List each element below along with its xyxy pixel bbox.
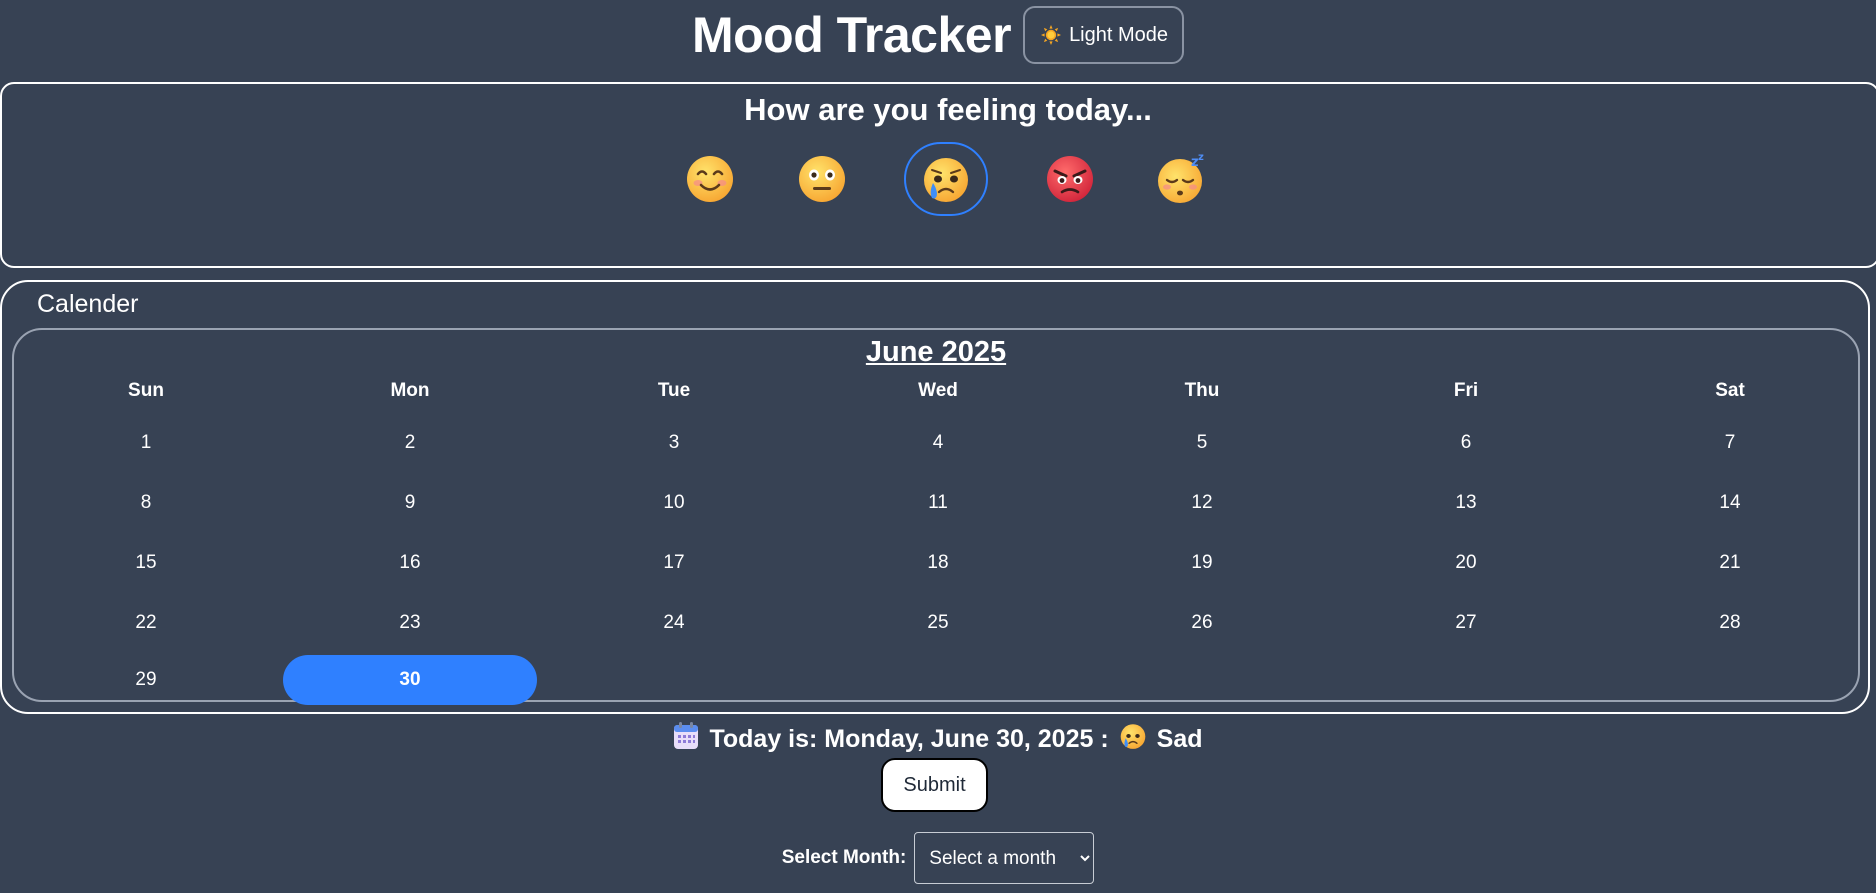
calendar-day[interactable]: 7 bbox=[1598, 418, 1862, 468]
calendar-day[interactable]: 26 bbox=[1070, 598, 1334, 648]
mood-options: z z bbox=[2, 142, 1876, 222]
calendar-week-row: 1 2 3 4 5 6 7 bbox=[14, 418, 1862, 468]
calendar-day-empty bbox=[1598, 655, 1862, 705]
calendar-day-empty bbox=[1334, 655, 1598, 705]
calendar-day[interactable]: 16 bbox=[278, 538, 542, 588]
sun-icon bbox=[1041, 25, 1062, 45]
calendar-day[interactable]: 1 bbox=[14, 418, 278, 468]
today-status: Today is: Monday, June 30, 2025 : Sad bbox=[0, 722, 1876, 757]
calendar-day[interactable]: 2 bbox=[278, 418, 542, 468]
calendar-day[interactable]: 9 bbox=[278, 478, 542, 528]
calendar-day[interactable]: 17 bbox=[542, 538, 806, 588]
month-select-label: Select Month: bbox=[781, 847, 907, 868]
weekday-header: Mon bbox=[390, 380, 430, 401]
calendar-panel: Calender June 2025 Sun Mon Tue Wed Thu F… bbox=[0, 280, 1870, 714]
calendar-day[interactable]: 29 bbox=[14, 655, 278, 705]
calendar-section-label: Calender bbox=[37, 290, 139, 318]
header: Mood Tracker Light Mode bbox=[0, 0, 1876, 70]
calendar-grid: June 2025 Sun Mon Tue Wed Thu Fri Sat 1 … bbox=[12, 328, 1862, 705]
calendar-day[interactable]: 15 bbox=[14, 538, 278, 588]
today-mood-label: Sad bbox=[1156, 725, 1203, 753]
angry-face-icon bbox=[1047, 156, 1093, 202]
calendar-day[interactable]: 3 bbox=[542, 418, 806, 468]
weekday-header: Fri bbox=[1453, 380, 1479, 401]
weekday-header: Thu bbox=[1184, 380, 1220, 401]
mood-option-sad[interactable] bbox=[904, 142, 988, 216]
mood-question: How are you feeling today... bbox=[744, 92, 1152, 127]
calendar-day[interactable]: 21 bbox=[1598, 538, 1862, 588]
calendar-day[interactable]: 14 bbox=[1598, 478, 1862, 528]
app-title: Mood Tracker bbox=[691, 7, 1012, 63]
svg-text:z: z bbox=[1198, 152, 1204, 163]
calendar-day[interactable]: 11 bbox=[806, 478, 1070, 528]
weekday-header: Sat bbox=[1715, 380, 1745, 401]
mood-option-angry[interactable] bbox=[1028, 142, 1112, 216]
calendar-day-empty bbox=[806, 655, 1070, 705]
mood-option-happy[interactable] bbox=[668, 142, 752, 216]
mood-picker-panel: How are you feeling today... z z bbox=[0, 82, 1876, 268]
calendar-icon bbox=[673, 722, 699, 757]
calendar-day-today[interactable]: 30 bbox=[283, 655, 537, 705]
weekday-header-row: Sun Mon Tue Wed Thu Fri Sat bbox=[14, 376, 1862, 406]
submit-button[interactable]: Submit bbox=[881, 758, 988, 812]
month-select[interactable]: Select a month bbox=[914, 832, 1095, 884]
neutral-face-icon bbox=[799, 156, 845, 202]
calendar-day[interactable]: 19 bbox=[1070, 538, 1334, 588]
crying-face-icon bbox=[924, 158, 968, 202]
crying-face-icon bbox=[1119, 722, 1147, 757]
light-mode-toggle-button[interactable]: Light Mode bbox=[1023, 6, 1185, 64]
calendar-day-empty bbox=[1070, 655, 1334, 705]
calendar-day[interactable]: 25 bbox=[806, 598, 1070, 648]
calendar-day-empty bbox=[542, 655, 806, 705]
calendar-day[interactable]: 12 bbox=[1070, 478, 1334, 528]
calendar-day[interactable]: 22 bbox=[14, 598, 278, 648]
calendar-day[interactable]: 13 bbox=[1334, 478, 1598, 528]
sleeping-face-icon: z z bbox=[1158, 152, 1204, 203]
smiling-face-icon bbox=[687, 156, 733, 202]
calendar-day[interactable]: 27 bbox=[1334, 598, 1598, 648]
calendar-day[interactable]: 4 bbox=[806, 418, 1070, 468]
calendar-month-title: June 2025 bbox=[865, 336, 1007, 368]
today-date-text: Today is: Monday, June 30, 2025 : bbox=[709, 725, 1109, 753]
mood-option-sleepy[interactable]: z z bbox=[1140, 142, 1224, 216]
calendar-week-row: 8 9 10 11 12 13 14 bbox=[14, 478, 1862, 528]
calendar-day[interactable]: 10 bbox=[542, 478, 806, 528]
calendar-day[interactable]: 5 bbox=[1070, 418, 1334, 468]
calendar-day[interactable]: 18 bbox=[806, 538, 1070, 588]
light-mode-label: Light Mode bbox=[1069, 23, 1169, 46]
calendar-day[interactable]: 6 bbox=[1334, 418, 1598, 468]
calendar-week-row: 15 16 17 18 19 20 21 bbox=[14, 538, 1862, 588]
calendar-day[interactable]: 23 bbox=[278, 598, 542, 648]
calendar-week-row: 22 23 24 25 26 27 28 bbox=[14, 598, 1862, 648]
weekday-header: Sun bbox=[128, 380, 164, 401]
calendar-day[interactable]: 8 bbox=[14, 478, 278, 528]
calendar-week-row: 29 30 bbox=[14, 655, 1862, 705]
calendar-day[interactable]: 24 bbox=[542, 598, 806, 648]
weekday-header: Wed bbox=[918, 380, 958, 401]
calendar-day[interactable]: 20 bbox=[1334, 538, 1598, 588]
month-select-row: Select Month: Select a month bbox=[0, 832, 1876, 884]
mood-option-neutral[interactable] bbox=[780, 142, 864, 216]
calendar-day[interactable]: 28 bbox=[1598, 598, 1862, 648]
weekday-header: Tue bbox=[657, 380, 691, 401]
